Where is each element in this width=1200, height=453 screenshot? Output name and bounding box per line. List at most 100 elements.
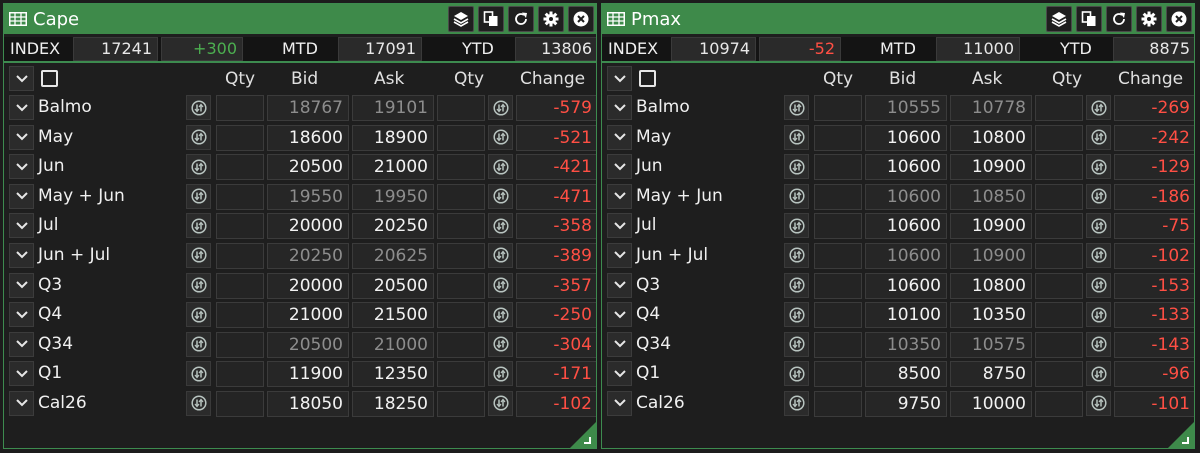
bid-price-cell[interactable]: 20000 [267, 272, 349, 299]
ask-qty-input[interactable] [1035, 124, 1083, 151]
swap-button-2[interactable] [1086, 183, 1111, 209]
settings-button[interactable] [538, 6, 564, 32]
swap-button-2[interactable] [488, 361, 513, 387]
swap-button[interactable] [186, 95, 211, 120]
row-expand-button[interactable] [607, 213, 632, 239]
swap-button-2[interactable] [1086, 302, 1111, 328]
bid-qty-input[interactable] [814, 242, 862, 269]
row-expand-button[interactable] [607, 95, 632, 120]
ask-price-cell[interactable]: 21000 [352, 154, 434, 181]
swap-button[interactable] [784, 302, 809, 328]
copy-button[interactable] [478, 6, 504, 32]
qty-header[interactable]: Qty [225, 69, 255, 89]
expand-all-button[interactable] [607, 66, 632, 91]
ask-price-cell[interactable]: 19950 [352, 183, 434, 210]
bid-price-cell[interactable]: 10600 [865, 183, 947, 210]
bid-qty-input[interactable] [216, 95, 264, 121]
bid-qty-input[interactable] [814, 183, 862, 210]
bid-price-cell[interactable]: 21000 [267, 302, 349, 329]
ask-qty-input[interactable] [437, 272, 485, 299]
bid-header[interactable]: Bid [291, 69, 318, 89]
table-row[interactable]: May 10600 10800 -242 [602, 123, 1194, 153]
ask-qty-input[interactable] [437, 302, 485, 329]
ask-qty-input[interactable] [1035, 242, 1083, 269]
resize-handle[interactable] [570, 422, 596, 448]
ask-price-cell[interactable]: 19101 [352, 95, 434, 121]
swap-button-2[interactable] [488, 213, 513, 239]
swap-button[interactable] [186, 183, 211, 209]
bid-price-cell[interactable]: 10350 [865, 331, 947, 358]
table-row[interactable]: Jun 20500 21000 -421 [4, 152, 596, 182]
table-row[interactable]: Cal26 18050 18250 -102 [4, 389, 596, 419]
ask-header[interactable]: Ask [374, 69, 404, 89]
bid-price-cell[interactable]: 10600 [865, 272, 947, 299]
bid-price-cell[interactable]: 8500 [865, 361, 947, 388]
bid-price-cell[interactable]: 11900 [267, 361, 349, 388]
row-expand-button[interactable] [607, 124, 632, 150]
swap-button-2[interactable] [488, 242, 513, 268]
change-header[interactable]: Change [1118, 69, 1183, 89]
panel-titlebar[interactable]: Pmax [602, 4, 1194, 34]
swap-button-2[interactable] [488, 390, 513, 416]
ask-qty-input[interactable] [437, 154, 485, 181]
ask-qty-input[interactable] [1035, 154, 1083, 181]
table-row[interactable]: Q3 20000 20500 -357 [4, 271, 596, 301]
panel-titlebar[interactable]: Cape [4, 4, 596, 34]
bid-price-cell[interactable]: 20250 [267, 242, 349, 269]
ask-price-cell[interactable]: 21500 [352, 302, 434, 329]
qty-header[interactable]: Qty [823, 69, 853, 89]
bid-qty-input[interactable] [216, 331, 264, 358]
bid-price-cell[interactable]: 18600 [267, 124, 349, 151]
swap-button-2[interactable] [488, 124, 513, 150]
ask-qty-input[interactable] [437, 331, 485, 358]
ask-qty-input[interactable] [1035, 272, 1083, 299]
table-row[interactable]: Q1 8500 8750 -96 [602, 359, 1194, 389]
ask-qty-input[interactable] [1035, 390, 1083, 417]
swap-button[interactable] [186, 213, 211, 239]
swap-button[interactable] [186, 361, 211, 387]
ask-price-cell[interactable]: 10800 [950, 272, 1032, 299]
row-expand-button[interactable] [607, 242, 632, 268]
ask-price-cell[interactable]: 10900 [950, 242, 1032, 269]
select-all-checkbox[interactable] [41, 70, 58, 87]
bid-qty-input[interactable] [814, 331, 862, 358]
row-expand-button[interactable] [9, 95, 34, 120]
change-header[interactable]: Change [520, 69, 585, 89]
bid-qty-input[interactable] [814, 124, 862, 151]
row-expand-button[interactable] [607, 302, 632, 328]
qty-header-2[interactable]: Qty [1052, 69, 1082, 89]
ask-price-cell[interactable]: 10575 [950, 331, 1032, 358]
swap-button[interactable] [784, 361, 809, 387]
table-row[interactable]: Cal26 9750 10000 -101 [602, 389, 1194, 419]
bid-price-cell[interactable]: 18050 [267, 390, 349, 417]
swap-button-2[interactable] [488, 302, 513, 328]
ask-price-cell[interactable]: 21000 [352, 331, 434, 358]
ask-qty-input[interactable] [437, 213, 485, 240]
ask-header[interactable]: Ask [972, 69, 1002, 89]
swap-button[interactable] [784, 95, 809, 120]
ask-price-cell[interactable]: 10900 [950, 154, 1032, 181]
ask-qty-input[interactable] [437, 95, 485, 121]
swap-button[interactable] [784, 124, 809, 150]
ask-qty-input[interactable] [437, 124, 485, 151]
table-row[interactable]: Balmo 10555 10778 -269 [602, 93, 1194, 123]
row-expand-button[interactable] [607, 154, 632, 180]
ask-price-cell[interactable]: 10900 [950, 213, 1032, 240]
bid-qty-input[interactable] [814, 302, 862, 329]
swap-button-2[interactable] [488, 272, 513, 298]
bid-price-cell[interactable]: 20500 [267, 154, 349, 181]
row-expand-button[interactable] [607, 390, 632, 416]
swap-button[interactable] [784, 242, 809, 268]
row-expand-button[interactable] [9, 390, 34, 416]
swap-button[interactable] [186, 302, 211, 328]
swap-button-2[interactable] [1086, 95, 1111, 120]
select-all-checkbox[interactable] [639, 70, 656, 87]
table-row[interactable]: Jul 10600 10900 -75 [602, 211, 1194, 241]
ask-qty-input[interactable] [1035, 302, 1083, 329]
swap-button[interactable] [784, 331, 809, 357]
close-button[interactable] [1166, 6, 1192, 32]
bid-price-cell[interactable]: 19550 [267, 183, 349, 210]
ask-qty-input[interactable] [1035, 331, 1083, 358]
table-row[interactable]: Jun + Jul 10600 10900 -102 [602, 241, 1194, 271]
swap-button[interactable] [186, 390, 211, 416]
